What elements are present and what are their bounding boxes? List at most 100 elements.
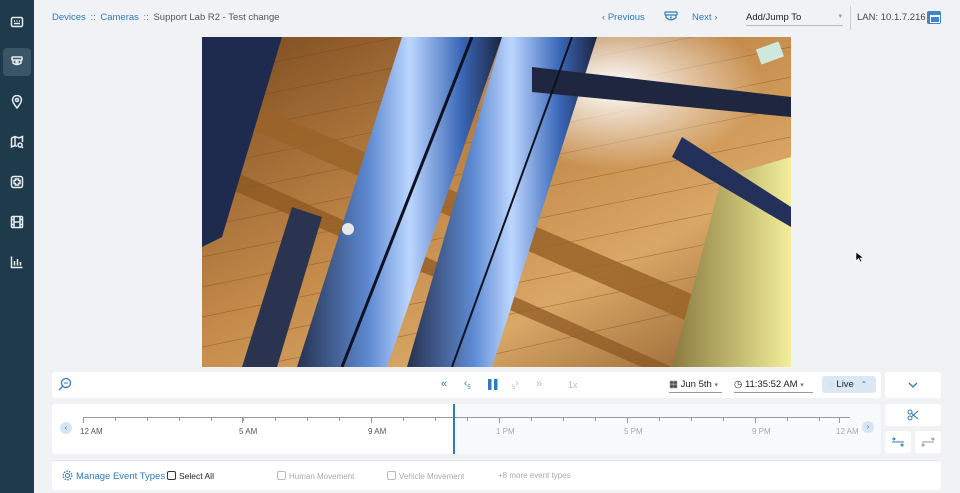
sidebar-item-analytics[interactable] [3, 248, 31, 276]
timeline-prev-button[interactable]: ‹ [60, 422, 72, 434]
calendar-icon: ▦ [669, 379, 678, 390]
film-icon [10, 215, 24, 229]
sidebar-item-locations[interactable] [3, 88, 31, 116]
vehicle-movement-label: Vehicle Movement [399, 472, 465, 481]
timeline-minor-tick [83, 417, 84, 421]
dashboard-icon [10, 16, 24, 28]
sidebar-item-dashboard[interactable] [3, 8, 31, 36]
speed-label[interactable]: 1x [568, 380, 578, 390]
bar-chart-icon [10, 256, 23, 269]
clock-icon: ◷ [734, 379, 743, 390]
breadcrumb-current: Support Lab R2 - Test change [153, 12, 280, 23]
timeline-minor-tick [435, 417, 436, 421]
timeline[interactable]: ‹ › 12 AM 5 AM 9 AM 1 PM 5 PM 9 PM 12 AM [52, 404, 881, 454]
map-pin-icon [11, 95, 23, 109]
collapse-panel-button[interactable] [885, 372, 941, 398]
step-back-icon[interactable]: ‹5 [464, 378, 471, 391]
network-icon[interactable] [927, 11, 941, 24]
timeline-playhead[interactable] [453, 404, 455, 454]
chevron-left-icon: ‹ [64, 423, 68, 432]
checkbox-box [167, 471, 176, 480]
next-button[interactable]: Next › [692, 12, 717, 23]
timeline-tick-label: 5 PM [624, 427, 643, 436]
breadcrumb: Devices :: Cameras :: Support Lab R2 - T… [52, 12, 280, 23]
step-forward-icon[interactable]: 5› [512, 378, 519, 391]
human-movement-label: Human Movement [289, 472, 355, 481]
zoom-in-timeline-button[interactable] [885, 431, 911, 453]
timeline-minor-tick [275, 417, 276, 421]
breadcrumb-separator: :: [143, 12, 149, 23]
breadcrumb-separator: :: [90, 12, 96, 23]
timeline-minor-tick [691, 417, 692, 421]
sidebar-item-map-search[interactable] [3, 128, 31, 156]
select-all-checkbox[interactable]: Select All [167, 471, 214, 481]
mouse-cursor-icon [855, 251, 865, 263]
camera-icon[interactable] [664, 11, 678, 23]
previous-button[interactable]: ‹ Previous [602, 12, 645, 23]
timeline-major-tick [839, 417, 840, 423]
add-jump-to-select[interactable]: Add/Jump To ▾ [746, 9, 843, 26]
checkbox-box [277, 471, 286, 480]
gear-icon [62, 470, 73, 481]
chevron-down-icon [908, 382, 918, 388]
timeline-minor-tick [179, 417, 180, 421]
timeline-minor-tick [627, 417, 628, 421]
pause-icon[interactable] [487, 378, 499, 391]
chevron-right-icon: › [866, 422, 870, 431]
camera-icon [11, 56, 23, 66]
more-event-types-link[interactable]: +8 more event types [498, 471, 571, 480]
live-label: Live [836, 379, 854, 390]
camera-video-feed[interactable] [202, 37, 791, 367]
chevron-down-icon: ▾ [714, 382, 718, 389]
header-divider [850, 6, 851, 30]
timeline-minor-tick [115, 417, 116, 421]
timeline-tick-label: 12 AM [80, 427, 103, 436]
previous-label: Previous [607, 12, 645, 23]
timeline-next-button[interactable]: › [862, 421, 874, 433]
chevron-up-icon: ⌃ [860, 380, 868, 389]
timeline-minor-tick [787, 417, 788, 421]
playback-controls: « ‹5 5› » 1x ▦ Jun 5th ▾ ◷ 11:35:52 AM ▾… [52, 372, 881, 398]
expand-icon [921, 437, 935, 447]
date-select[interactable]: ▦ Jun 5th ▾ [669, 377, 722, 393]
add-jump-to-label: Add/Jump To [746, 12, 802, 23]
clip-button[interactable] [885, 404, 941, 426]
manage-event-types-button[interactable]: Manage Event Types [62, 470, 165, 482]
chevron-down-icon: ▾ [800, 382, 804, 389]
timeline-minor-tick [371, 417, 372, 421]
compress-icon [892, 437, 904, 447]
timeline-minor-tick [211, 417, 212, 421]
timeline-minor-tick [339, 417, 340, 421]
live-indicator-icon: ◌ [829, 380, 834, 389]
time-select[interactable]: ◷ 11:35:52 AM ▾ [734, 377, 813, 393]
timeline-minor-tick [755, 417, 756, 421]
timeline-minor-tick [531, 417, 532, 421]
chevron-left-icon: ‹ [602, 12, 606, 23]
human-movement-checkbox[interactable]: Human Movement [277, 471, 354, 481]
chevron-right-icon: › [714, 12, 718, 23]
future-region [455, 404, 881, 454]
timeline-minor-tick [403, 417, 404, 421]
breadcrumb-cameras[interactable]: Cameras [100, 12, 139, 23]
sidebar [0, 0, 34, 493]
breadcrumb-devices[interactable]: Devices [52, 12, 86, 23]
sidebar-item-footage[interactable] [3, 208, 31, 236]
medical-plus-icon [10, 175, 24, 189]
next-label: Next [692, 12, 712, 23]
select-all-label: Select All [179, 471, 214, 481]
timeline-minor-tick [147, 417, 148, 421]
timeline-tick-label: 5 AM [239, 427, 258, 436]
timeline-minor-tick [467, 417, 468, 421]
sidebar-item-health[interactable] [3, 168, 31, 196]
zoom-out-timeline-button[interactable] [915, 431, 941, 453]
event-filter-bar: Manage Event Types Select All Human Move… [52, 460, 941, 490]
fast-forward-icon[interactable]: » [536, 378, 542, 390]
map-search-icon [10, 135, 24, 149]
sidebar-item-cameras[interactable] [3, 48, 31, 76]
timeline-minor-tick [243, 417, 244, 421]
vehicle-movement-checkbox[interactable]: Vehicle Movement [387, 471, 464, 481]
timeline-tick-label: 9 PM [752, 427, 771, 436]
zoom-search-icon[interactable] [58, 377, 72, 392]
live-button[interactable]: ◌ Live ⌃ [822, 376, 876, 393]
rewind-icon[interactable]: « [441, 378, 447, 390]
